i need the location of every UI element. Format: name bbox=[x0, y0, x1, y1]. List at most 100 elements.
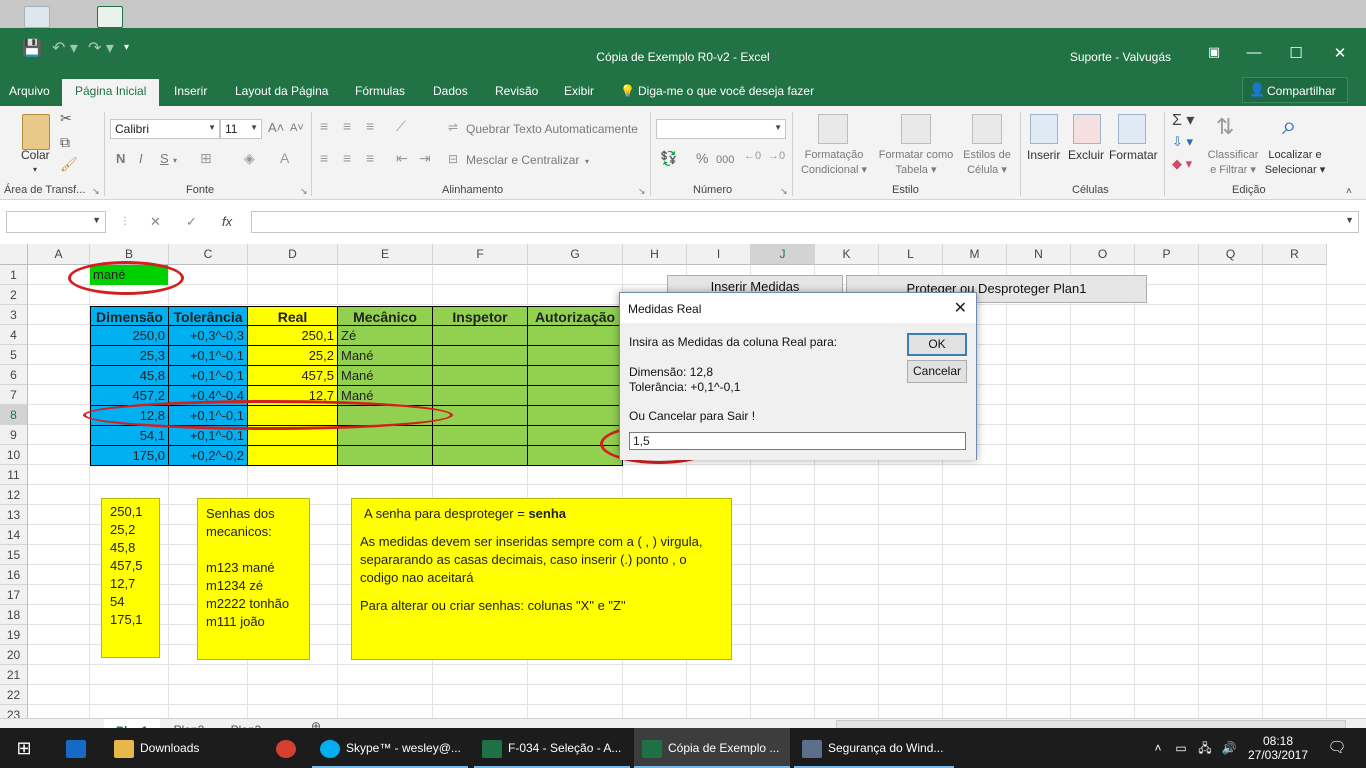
cell-inspetor[interactable] bbox=[433, 366, 528, 386]
row-header-2[interactable]: 2 bbox=[0, 285, 28, 305]
cell-inspetor[interactable] bbox=[433, 346, 528, 366]
row-header-4[interactable]: 4 bbox=[0, 325, 28, 345]
passwords-note-box[interactable]: Senhas dos mecanicos: m123 mané m1234 zé… bbox=[197, 498, 310, 660]
row-header-20[interactable]: 20 bbox=[0, 645, 28, 665]
cell-dimensao[interactable]: 54,1 bbox=[90, 426, 169, 446]
minimize-icon[interactable]: — bbox=[1234, 44, 1274, 61]
underline-button[interactable]: S bbox=[160, 151, 169, 166]
cell-mecanico[interactable] bbox=[338, 446, 433, 466]
column-header-a[interactable]: A bbox=[28, 244, 90, 265]
row-header-8[interactable]: 8 bbox=[0, 405, 28, 425]
paste-icon[interactable] bbox=[22, 114, 50, 150]
row-header-17[interactable]: 17 bbox=[0, 585, 28, 605]
row-header-21[interactable]: 21 bbox=[0, 665, 28, 685]
excel-file-icon[interactable] bbox=[97, 6, 123, 28]
insert-cells-button[interactable]: Inserir bbox=[1027, 148, 1060, 163]
battery-icon[interactable]: ▭ bbox=[1172, 728, 1190, 768]
row-header-3[interactable]: 3 bbox=[0, 305, 28, 325]
cell-inspetor[interactable] bbox=[433, 426, 528, 446]
delete-cells-button[interactable]: Excluir bbox=[1068, 148, 1104, 163]
row-header-7[interactable]: 7 bbox=[0, 385, 28, 405]
cell-tolerancia[interactable]: +0,2^-0,2 bbox=[169, 446, 248, 466]
cell-dimensao[interactable]: 25,3 bbox=[90, 346, 169, 366]
dialog-launcher-icon[interactable]: ↘ bbox=[638, 184, 646, 199]
paste-dropdown-icon[interactable]: ▾ bbox=[33, 162, 37, 177]
decrease-indent-icon[interactable]: ⇤ bbox=[396, 150, 408, 167]
cell-styles-button[interactable]: Estilos de Célula ▾ bbox=[958, 148, 1016, 178]
notifications-icon[interactable]: 🗨 bbox=[1322, 728, 1352, 768]
number-format-combo[interactable]: ▼ bbox=[656, 119, 786, 139]
column-header-f[interactable]: F bbox=[433, 244, 528, 265]
align-right-icon[interactable]: ≡ bbox=[366, 150, 374, 166]
tab-revisao[interactable]: Revisão bbox=[495, 84, 538, 98]
row-header-14[interactable]: 14 bbox=[0, 525, 28, 545]
volume-icon[interactable]: 🔊 bbox=[1220, 728, 1238, 768]
cell-tolerancia[interactable]: +0,3^-0,3 bbox=[169, 326, 248, 346]
sort-filter-button[interactable]: Classificar e Filtrar ▾ bbox=[1202, 148, 1264, 178]
format-table-icon[interactable] bbox=[901, 114, 931, 144]
tab-arquivo[interactable]: Arquivo bbox=[9, 84, 50, 98]
row-header-13[interactable]: 13 bbox=[0, 505, 28, 525]
tab-layout[interactable]: Layout da Página bbox=[235, 84, 328, 98]
dialog-launcher-icon[interactable]: ↘ bbox=[92, 184, 100, 199]
align-bottom-icon[interactable]: ≡ bbox=[366, 118, 374, 134]
cancel-icon[interactable]: ✕ bbox=[150, 214, 161, 230]
column-header-q[interactable]: Q bbox=[1199, 244, 1263, 265]
paste-button[interactable]: Colar bbox=[21, 148, 50, 163]
italic-button[interactable]: I bbox=[139, 151, 143, 166]
cell-mecanico[interactable]: Zé bbox=[338, 326, 433, 346]
cell-dimensao[interactable]: 45,8 bbox=[90, 366, 169, 386]
confirm-icon[interactable]: ✓ bbox=[186, 214, 197, 230]
share-button[interactable]: 👤 Compartilhar bbox=[1242, 77, 1348, 103]
cell-inspetor[interactable] bbox=[433, 386, 528, 406]
info-note-box[interactable]: A senha para desproteger = senha As medi… bbox=[351, 498, 732, 660]
orientation-icon[interactable]: ⟋ bbox=[396, 118, 406, 135]
row-header-18[interactable]: 18 bbox=[0, 605, 28, 625]
cell-inspetor[interactable] bbox=[433, 446, 528, 466]
merge-dropdown-icon[interactable]: ▾ bbox=[585, 154, 589, 169]
taskbar-skype[interactable]: Skype™ - wesley@... bbox=[312, 728, 468, 768]
column-header-p[interactable]: P bbox=[1135, 244, 1199, 265]
row-header-11[interactable]: 11 bbox=[0, 465, 28, 485]
find-select-button[interactable]: Localizar e Selecionar ▾ bbox=[1262, 148, 1328, 178]
grow-font-icon[interactable]: A˄ bbox=[268, 120, 284, 135]
maximize-icon[interactable]: ☐ bbox=[1276, 44, 1316, 62]
column-header-g[interactable]: G bbox=[528, 244, 623, 265]
fill-color-icon[interactable]: ◈ bbox=[244, 150, 255, 167]
cell-real[interactable]: 457,5 bbox=[248, 366, 338, 386]
outlook-icon[interactable] bbox=[56, 728, 96, 768]
taskbar-downloads[interactable]: Downloads bbox=[106, 728, 256, 768]
increase-decimal-icon[interactable]: ←0 bbox=[744, 150, 761, 162]
tab-pagina-inicial[interactable]: Página Inicial bbox=[62, 79, 160, 106]
merge-center-button[interactable]: Mesclar e Centralizar bbox=[466, 153, 579, 168]
tell-me-search[interactable]: Diga-me o que você deseja fazer bbox=[638, 84, 814, 98]
close-icon[interactable]: ✕ bbox=[954, 298, 967, 318]
column-header-j[interactable]: J bbox=[751, 244, 815, 265]
column-header-m[interactable]: M bbox=[943, 244, 1007, 265]
row-header-9[interactable]: 9 bbox=[0, 425, 28, 445]
conditional-format-button[interactable]: Formatação Condicional ▾ bbox=[798, 148, 870, 178]
column-header-l[interactable]: L bbox=[879, 244, 943, 265]
cell-autorizacao[interactable] bbox=[528, 386, 623, 406]
row-header-6[interactable]: 6 bbox=[0, 365, 28, 385]
borders-icon[interactable]: ⊞ bbox=[200, 150, 212, 167]
column-header-r[interactable]: R bbox=[1263, 244, 1327, 265]
cell-real[interactable] bbox=[248, 446, 338, 466]
cell-autorizacao[interactable] bbox=[528, 346, 623, 366]
cell-real[interactable]: 250,1 bbox=[248, 326, 338, 346]
insert-cells-icon[interactable] bbox=[1030, 114, 1058, 144]
insert-function-icon[interactable]: fx bbox=[222, 214, 232, 229]
row-header-15[interactable]: 15 bbox=[0, 545, 28, 565]
ribbon-options-icon[interactable]: ▣ bbox=[1194, 44, 1234, 60]
tray-chevron-icon[interactable]: ˄ bbox=[1150, 728, 1166, 768]
row-header-23[interactable]: 23 bbox=[0, 705, 28, 718]
column-header-h[interactable]: H bbox=[623, 244, 687, 265]
column-header-c[interactable]: C bbox=[169, 244, 248, 265]
autosum-icon[interactable]: Σ ▾ bbox=[1172, 110, 1194, 130]
dialog-launcher-icon[interactable]: ↘ bbox=[780, 184, 788, 199]
header-dimensao[interactable]: Dimensão bbox=[90, 306, 169, 326]
taskbar-excel-f034[interactable]: F-034 - Seleção - A... bbox=[474, 728, 630, 768]
header-inspetor[interactable]: Inspetor bbox=[433, 306, 528, 326]
ok-button[interactable]: OK bbox=[907, 333, 967, 356]
values-note-box[interactable]: 250,1 25,2 45,8 457,5 12,7 54 175,1 bbox=[101, 498, 160, 658]
